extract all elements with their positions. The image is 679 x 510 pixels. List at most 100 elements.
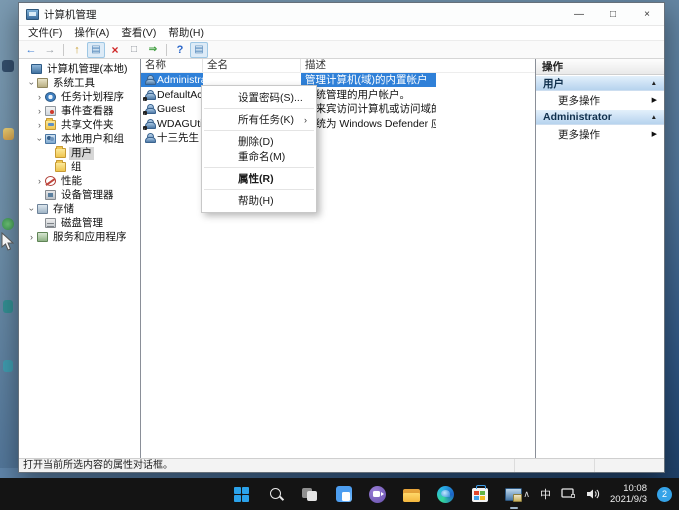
desktop: 计算机管理 — □ × 文件(F) 操作(A) 查看(V) 帮助(H) ← → … [0, 0, 679, 510]
store-button[interactable] [468, 482, 492, 506]
menu-action[interactable]: 操作(A) [68, 26, 115, 41]
menu-item-all-tasks[interactable]: 所有任务(K) › [202, 112, 316, 127]
submenu-arrow-icon: ▶ [652, 130, 657, 138]
disk-management-icon [45, 218, 56, 228]
menu-separator [204, 108, 314, 109]
column-header-name[interactable]: 名称 [141, 59, 203, 72]
more-actions-users[interactable]: 更多操作 ▶ [536, 91, 664, 109]
task-view-icon [302, 488, 317, 501]
collapse-arrow-icon[interactable]: ▲ [651, 114, 657, 121]
storage-icon [37, 204, 48, 214]
performance-icon [45, 176, 56, 186]
menu-item-delete[interactable]: 删除(D) [202, 134, 316, 149]
window-title: 计算机管理 [44, 7, 97, 22]
file-explorer-icon [403, 489, 420, 502]
desktop-icon-fragment [3, 300, 13, 313]
minimize-button[interactable]: — [562, 3, 596, 25]
show-console-tree-icon[interactable]: ▤ [87, 42, 105, 58]
collapsed-chevron-icon[interactable]: › [38, 107, 41, 116]
status-cell [594, 459, 664, 472]
tree-item-task-scheduler[interactable]: › 任务计划程序 [19, 90, 140, 104]
menu-item-rename[interactable]: 重命名(M) [202, 149, 316, 164]
tree-item-performance[interactable]: › 性能 [19, 174, 140, 188]
clock[interactable]: 10:08 2021/9/3 [610, 483, 647, 506]
edge-button[interactable] [434, 482, 458, 506]
task-view-button[interactable] [298, 482, 322, 506]
folder-icon [55, 162, 66, 172]
desktop-icon-fragment [2, 218, 14, 230]
computer-management-icon [26, 9, 39, 20]
tree-item-event-viewer[interactable]: › 事件查看器 [19, 104, 140, 118]
help-icon[interactable]: ? [171, 42, 189, 58]
desktop-icon-fragment [3, 360, 13, 372]
collapsed-chevron-icon[interactable]: › [30, 233, 33, 242]
properties-icon[interactable]: □ [125, 42, 143, 58]
disabled-user-icon [144, 104, 154, 114]
user-icon [144, 75, 154, 85]
tree-item-system-tools[interactable]: › 系统工具 [19, 76, 140, 90]
show-hidden-icons-chevron[interactable]: ∧ [523, 489, 530, 500]
folder-icon [55, 148, 66, 158]
widgets-icon [336, 486, 352, 502]
ime-indicator[interactable]: 中 [540, 486, 551, 502]
collapsed-chevron-icon[interactable]: › [38, 121, 41, 130]
back-icon[interactable]: ← [22, 42, 40, 58]
services-icon [37, 232, 48, 242]
tree-item-groups[interactable]: 组 [19, 160, 140, 174]
export-list-icon[interactable]: ⇒ [144, 42, 162, 58]
tree-item-disk-management[interactable]: 磁盘管理 [19, 216, 140, 230]
notification-badge[interactable]: 2 [657, 487, 672, 502]
tree-item-device-manager[interactable]: 设备管理器 [19, 188, 140, 202]
tree-item-services-applications[interactable]: › 服务和应用程序 [19, 230, 140, 244]
tree-item-storage[interactable]: › 存储 [19, 202, 140, 216]
menu-separator [204, 189, 314, 190]
toolbar: ← → ↑ ▤ × □ ⇒ ? ▤ [19, 40, 664, 59]
chat-icon [369, 486, 386, 503]
expanded-chevron-icon[interactable]: › [35, 138, 44, 141]
user-icon [144, 133, 154, 143]
search-icon [269, 487, 283, 501]
collapsed-chevron-icon[interactable]: › [38, 93, 41, 102]
collapsed-chevron-icon[interactable]: › [38, 177, 41, 186]
toolbar-separator [63, 44, 64, 56]
menu-item-help[interactable]: 帮助(H) [202, 193, 316, 208]
file-explorer-button[interactable] [400, 482, 424, 506]
chat-button[interactable] [366, 482, 390, 506]
menu-file[interactable]: 文件(F) [22, 26, 68, 41]
tree-item-users[interactable]: 用户 [19, 146, 140, 160]
column-header-description[interactable]: 描述 [301, 59, 535, 72]
task-scheduler-icon [45, 92, 56, 102]
more-actions-administrator[interactable]: 更多操作 ▶ [536, 125, 664, 143]
menu-view[interactable]: 查看(V) [115, 26, 162, 41]
expanded-chevron-icon[interactable]: › [27, 208, 36, 211]
expanded-chevron-icon[interactable]: › [27, 82, 36, 85]
up-one-level-icon[interactable]: ↑ [68, 42, 86, 58]
volume-icon[interactable] [586, 488, 600, 500]
widgets-button[interactable] [332, 482, 356, 506]
show-action-pane-icon[interactable]: ▤ [190, 42, 208, 58]
network-icon[interactable] [561, 488, 576, 500]
context-menu: 设置密码(S)... 所有任务(K) › 删除(D) 重命名(M) 属性(R) … [201, 85, 317, 213]
menu-bar: 文件(F) 操作(A) 查看(V) 帮助(H) [19, 25, 664, 40]
tree-item-shared-folders[interactable]: › 共享文件夹 [19, 118, 140, 132]
edge-icon [437, 486, 454, 503]
forward-icon[interactable]: → [41, 42, 59, 58]
collapse-arrow-icon[interactable]: ▲ [651, 80, 657, 87]
close-button[interactable]: × [630, 3, 664, 25]
maximize-button[interactable]: □ [596, 3, 630, 25]
menu-help[interactable]: 帮助(H) [162, 26, 210, 41]
start-button[interactable] [230, 482, 254, 506]
computer-management-taskbar-button[interactable] [502, 482, 526, 506]
system-tray: ∧ 中 10:08 2021/9/3 2 [523, 478, 672, 510]
tree-item-local-users-groups[interactable]: › 本地用户和组 [19, 132, 140, 146]
actions-pane-title: 操作 [536, 59, 664, 75]
actions-section-users[interactable]: 用户 ▲ [536, 75, 664, 91]
menu-item-properties[interactable]: 属性(R) [202, 171, 316, 186]
search-button[interactable] [264, 482, 288, 506]
tree-item-computer-management[interactable]: 计算机管理(本地) [19, 62, 140, 76]
title-bar[interactable]: 计算机管理 — □ × [19, 3, 664, 25]
delete-icon[interactable]: × [106, 42, 124, 58]
actions-section-administrator[interactable]: Administrator ▲ [536, 109, 664, 125]
menu-item-set-password[interactable]: 设置密码(S)... [202, 90, 316, 105]
column-header-fullname[interactable]: 全名 [203, 59, 301, 72]
